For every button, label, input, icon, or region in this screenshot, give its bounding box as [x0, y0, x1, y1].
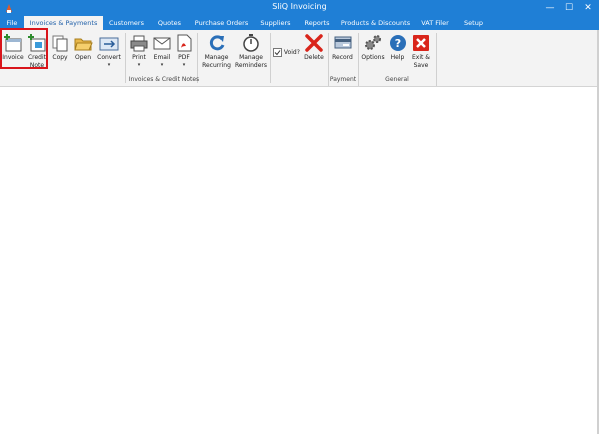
void-checkbox[interactable]: Void?: [273, 48, 303, 57]
exit-save-label: Exit & Save: [412, 54, 430, 69]
title-bar: SliQ Invoicing — ☐ ✕: [0, 0, 599, 16]
tab-quotes[interactable]: Quotes: [151, 16, 188, 30]
highlight-annotation: [0, 28, 48, 69]
help-button[interactable]: ? Help: [387, 33, 408, 62]
pdf-icon: [177, 34, 192, 52]
tab-customers[interactable]: Customers: [104, 16, 149, 30]
options-label: Options: [361, 54, 385, 61]
pdf-button[interactable]: PDF ▾: [174, 33, 194, 68]
convert-label: Convert: [97, 54, 121, 61]
group-label-general: General: [385, 76, 409, 83]
tab-setup[interactable]: Setup: [457, 16, 490, 30]
group-label-payment: Payment: [329, 76, 357, 83]
close-button[interactable]: ✕: [579, 0, 597, 16]
delete-label: Delete: [304, 54, 324, 61]
help-question-icon: ?: [389, 35, 406, 51]
help-label: Help: [390, 54, 405, 61]
tab-purchase-orders[interactable]: Purchase Orders: [190, 16, 253, 30]
record-payment-icon: [334, 36, 351, 49]
pdf-label: PDF: [178, 54, 190, 61]
open-button[interactable]: Open: [72, 33, 94, 62]
svg-text:?: ?: [394, 37, 400, 50]
exit-icon: [413, 35, 429, 51]
email-icon: [153, 37, 171, 50]
tab-products-discounts[interactable]: Products & Discounts: [339, 16, 412, 30]
record-payment-button[interactable]: Record: [330, 33, 355, 62]
stopwatch-icon: [243, 34, 259, 52]
exit-save-button[interactable]: Exit & Save: [409, 33, 433, 69]
tab-reports[interactable]: Reports: [298, 16, 336, 30]
options-button[interactable]: Options: [360, 33, 386, 62]
open-label: Open: [74, 54, 92, 61]
ribbon: Invoice Credit Note Copy Open Convert ▾ …: [0, 30, 599, 87]
manage-reminders-button[interactable]: Manage Reminders: [234, 33, 268, 69]
convert-dropdown-caret: ▾: [107, 61, 111, 68]
email-label: Email: [153, 54, 171, 61]
manage-recurring-label: Manage Recurring: [202, 54, 231, 69]
pdf-dropdown-caret: ▾: [182, 61, 186, 68]
email-dropdown-caret: ▾: [160, 61, 164, 68]
manage-reminders-label: Manage Reminders: [235, 54, 267, 69]
print-button[interactable]: Print ▾: [127, 33, 151, 68]
gears-icon: [365, 35, 381, 50]
recurring-arrow-icon: [209, 35, 224, 51]
minimize-button[interactable]: —: [541, 0, 559, 16]
tab-suppliers[interactable]: Suppliers: [255, 16, 296, 30]
copy-icon: [52, 35, 68, 52]
group-label-invoices: Invoices & Credit Notes: [128, 76, 200, 83]
menu-bar: File Invoices & Payments Customers Quote…: [0, 16, 599, 30]
copy-label: Copy: [52, 54, 68, 61]
maximize-button[interactable]: ☐: [560, 0, 578, 16]
manage-recurring-button[interactable]: Manage Recurring: [200, 33, 233, 69]
ribbon-separator: [436, 33, 437, 86]
print-dropdown-caret: ▾: [137, 61, 141, 68]
check-icon: [274, 50, 281, 56]
email-button[interactable]: Email ▾: [151, 33, 173, 68]
convert-icon: [99, 37, 119, 51]
delete-button[interactable]: Delete: [302, 33, 326, 62]
delete-x-icon: [305, 34, 323, 52]
printer-icon: [130, 35, 148, 52]
void-label: Void?: [283, 49, 300, 56]
print-label: Print: [132, 54, 146, 61]
record-label: Record: [332, 54, 353, 61]
void-checkbox-box[interactable]: [273, 48, 282, 57]
folder-open-icon: [74, 38, 93, 51]
copy-button[interactable]: Copy: [49, 33, 71, 62]
convert-button[interactable]: Convert ▾: [95, 33, 123, 68]
tab-vat-filer[interactable]: VAT Filer: [415, 16, 455, 30]
window-title: SliQ Invoicing: [272, 2, 327, 11]
